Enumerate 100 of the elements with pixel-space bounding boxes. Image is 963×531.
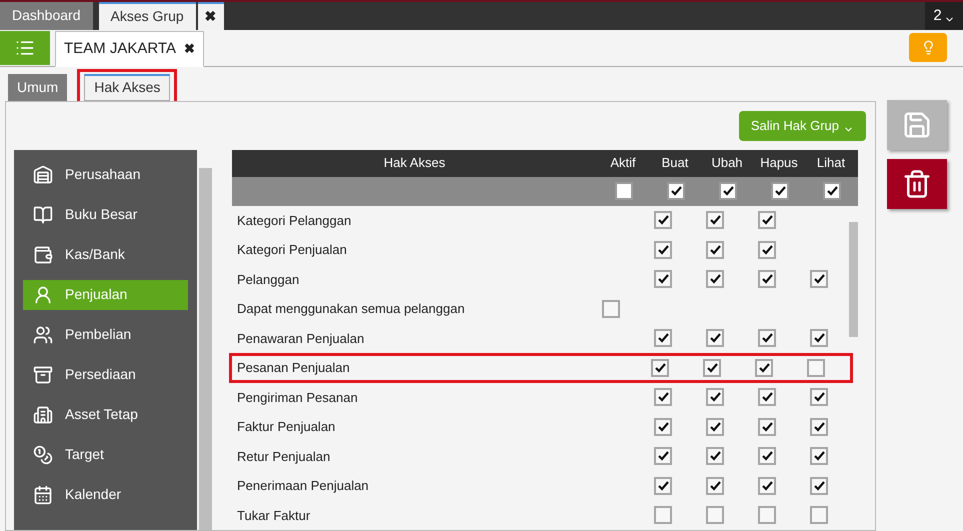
- checkmark-icon: [710, 244, 720, 255]
- checkbox[interactable]: [758, 211, 776, 230]
- checkbox[interactable]: [654, 476, 672, 495]
- checkbox[interactable]: [771, 182, 789, 200]
- checkbox[interactable]: [758, 240, 776, 259]
- checkbox[interactable]: [654, 447, 672, 466]
- checkbox[interactable]: [810, 418, 828, 436]
- row-label: Kategori Pelanggan: [237, 212, 352, 230]
- checkmark-icon: [814, 480, 824, 491]
- checkmark-icon: [658, 274, 668, 284]
- column-header: Aktif: [609, 154, 637, 172]
- menu-button[interactable]: [0, 31, 50, 66]
- form-tab[interactable]: TEAM JAKARTA ✖: [55, 31, 204, 68]
- checkbox[interactable]: [810, 270, 828, 288]
- checkbox[interactable]: [706, 240, 724, 259]
- checkbox[interactable]: [654, 211, 672, 230]
- checkbox[interactable]: [703, 358, 721, 377]
- checkmark-icon: [762, 480, 772, 491]
- checkbox[interactable]: [719, 182, 737, 200]
- checkbox[interactable]: [706, 447, 724, 466]
- sidebar-item[interactable]: Perusahaan: [23, 160, 188, 190]
- checkbox[interactable]: [810, 329, 828, 348]
- checkbox[interactable]: [706, 506, 724, 524]
- checkbox[interactable]: [651, 358, 669, 377]
- checkmark-icon: [758, 362, 770, 373]
- sidebar-item[interactable]: Target: [23, 440, 188, 470]
- sidebar-item[interactable]: Pembelian: [23, 320, 188, 350]
- checkbox[interactable]: [758, 506, 776, 524]
- checkbox[interactable]: [706, 329, 724, 348]
- checkbox[interactable]: [654, 506, 672, 524]
- sidebar-label: Asset Tetap: [65, 405, 138, 424]
- top-tab[interactable]: Akses Grup: [98, 2, 196, 30]
- checkmark-icon: [710, 451, 720, 462]
- sidebar-label: Penjualan: [65, 285, 128, 304]
- sidebar-item[interactable]: Buku Besar: [23, 200, 188, 230]
- checkbox[interactable]: [654, 270, 672, 288]
- sidebar-label: Pembelian: [65, 325, 132, 344]
- checkbox[interactable]: [758, 418, 776, 436]
- checkbox[interactable]: [810, 506, 828, 524]
- checkmark-icon: [658, 451, 668, 462]
- checkbox[interactable]: [706, 211, 724, 230]
- row-label: Pengiriman Pesanan: [237, 388, 359, 407]
- checkmark-icon: [814, 333, 824, 344]
- close-button[interactable]: ✖: [184, 39, 195, 59]
- checkbox[interactable]: [706, 388, 724, 406]
- sidebar-label: Kas/Bank: [65, 245, 125, 264]
- checkbox[interactable]: [823, 182, 841, 200]
- checkbox[interactable]: [654, 240, 672, 259]
- sub-tab[interactable]: Umum: [8, 74, 68, 100]
- checkbox[interactable]: [654, 418, 672, 436]
- checkmark-icon: [710, 422, 720, 432]
- sidebar-label: Target: [65, 445, 104, 464]
- checkbox[interactable]: [807, 358, 825, 377]
- wallet-icon: [33, 244, 53, 264]
- checkmark-icon: [658, 244, 668, 255]
- sidebar-item[interactable]: Kalender: [23, 480, 188, 510]
- checkbox[interactable]: [810, 388, 828, 406]
- checkbox[interactable]: [706, 270, 724, 288]
- checkbox[interactable]: [706, 418, 724, 436]
- checkbox[interactable]: [615, 182, 633, 200]
- top-tab[interactable]: Dashboard: [0, 2, 92, 30]
- sub-tab[interactable]: Hak Akses: [84, 74, 170, 100]
- checkmark-icon: [814, 392, 824, 402]
- checkbox[interactable]: [602, 300, 620, 318]
- sidebar-item[interactable]: Persediaan: [23, 360, 188, 390]
- checkbox[interactable]: [706, 476, 724, 495]
- row-label: Pelanggan: [237, 270, 300, 289]
- checkbox[interactable]: [810, 476, 828, 495]
- checkmark-icon: [814, 451, 824, 462]
- column-header: Hapus: [759, 154, 799, 172]
- building-icon: [33, 404, 53, 424]
- delete-button[interactable]: [887, 158, 947, 208]
- checkmark-icon: [814, 274, 824, 284]
- window-counter[interactable]: 2: [925, 2, 963, 30]
- checkbox[interactable]: [758, 447, 776, 466]
- checkbox[interactable]: [667, 182, 685, 200]
- checkbox[interactable]: [758, 388, 776, 406]
- row-label: Penawaran Penjualan: [237, 330, 366, 348]
- checkbox[interactable]: [758, 329, 776, 348]
- checkbox[interactable]: [755, 358, 773, 377]
- checkmark-icon: [658, 422, 668, 432]
- row-label: Faktur Penjualan: [237, 418, 336, 436]
- coins-icon: [33, 444, 53, 464]
- sidebar-item[interactable]: Asset Tetap: [23, 400, 188, 430]
- checkbox[interactable]: [654, 388, 672, 406]
- column-header: Hak Akses: [382, 154, 446, 172]
- checkmark-icon: [762, 244, 772, 255]
- row-label: Penerimaan Penjualan: [237, 477, 370, 495]
- checkmark-icon: [706, 362, 718, 373]
- checkmark-icon: [762, 392, 772, 402]
- checkbox[interactable]: [654, 329, 672, 348]
- checkmark-icon: [762, 215, 772, 226]
- checkbox[interactable]: [758, 476, 776, 495]
- checkmark-icon: [658, 392, 668, 402]
- close-tab-button[interactable]: ✖: [198, 2, 224, 30]
- checkbox[interactable]: [810, 447, 828, 466]
- row-label: Retur Penjualan: [237, 448, 332, 466]
- column-header: Lihat: [816, 154, 846, 172]
- sidebar-item[interactable]: Kas/Bank: [23, 240, 188, 270]
- checkbox[interactable]: [758, 270, 776, 288]
